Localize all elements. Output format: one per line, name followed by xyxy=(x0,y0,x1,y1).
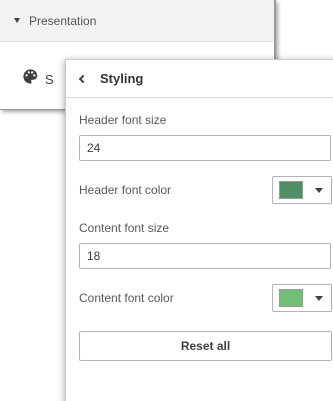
content-font-size-label: Content font size xyxy=(79,221,170,235)
header-font-size-label: Header font size xyxy=(79,113,167,127)
header-font-color-picker[interactable] xyxy=(272,176,332,204)
palette-icon xyxy=(22,68,39,90)
content-font-color-picker[interactable] xyxy=(272,284,332,312)
header-font-color-row: Header font color xyxy=(79,175,332,205)
header-color-swatch xyxy=(279,181,303,199)
caret-down-icon xyxy=(14,18,20,23)
caret-down-icon xyxy=(315,187,323,193)
chevron-left-icon[interactable] xyxy=(78,74,88,84)
content-color-swatch xyxy=(279,289,303,307)
content-font-color-label: Content font color xyxy=(79,291,174,305)
header-font-color-label: Header font color xyxy=(79,183,172,197)
styling-panel: Styling Header font size Header font col… xyxy=(65,59,333,401)
styling-menu-item[interactable]: S xyxy=(22,68,54,90)
presentation-section-header[interactable]: Presentation xyxy=(0,0,274,42)
styling-panel-title: Styling xyxy=(100,71,144,86)
reset-all-button[interactable]: Reset all xyxy=(79,331,332,361)
caret-down-icon xyxy=(315,295,323,301)
header-font-size-input[interactable] xyxy=(79,135,331,161)
styling-menu-item-label: S xyxy=(45,71,54,87)
presentation-section-title: Presentation xyxy=(29,13,97,28)
content-font-size-input[interactable] xyxy=(79,243,331,269)
styling-panel-body: Header font size Header font color Conte… xyxy=(66,113,333,361)
styling-panel-header[interactable]: Styling xyxy=(66,60,333,98)
content-font-color-row: Content font color xyxy=(79,283,332,313)
